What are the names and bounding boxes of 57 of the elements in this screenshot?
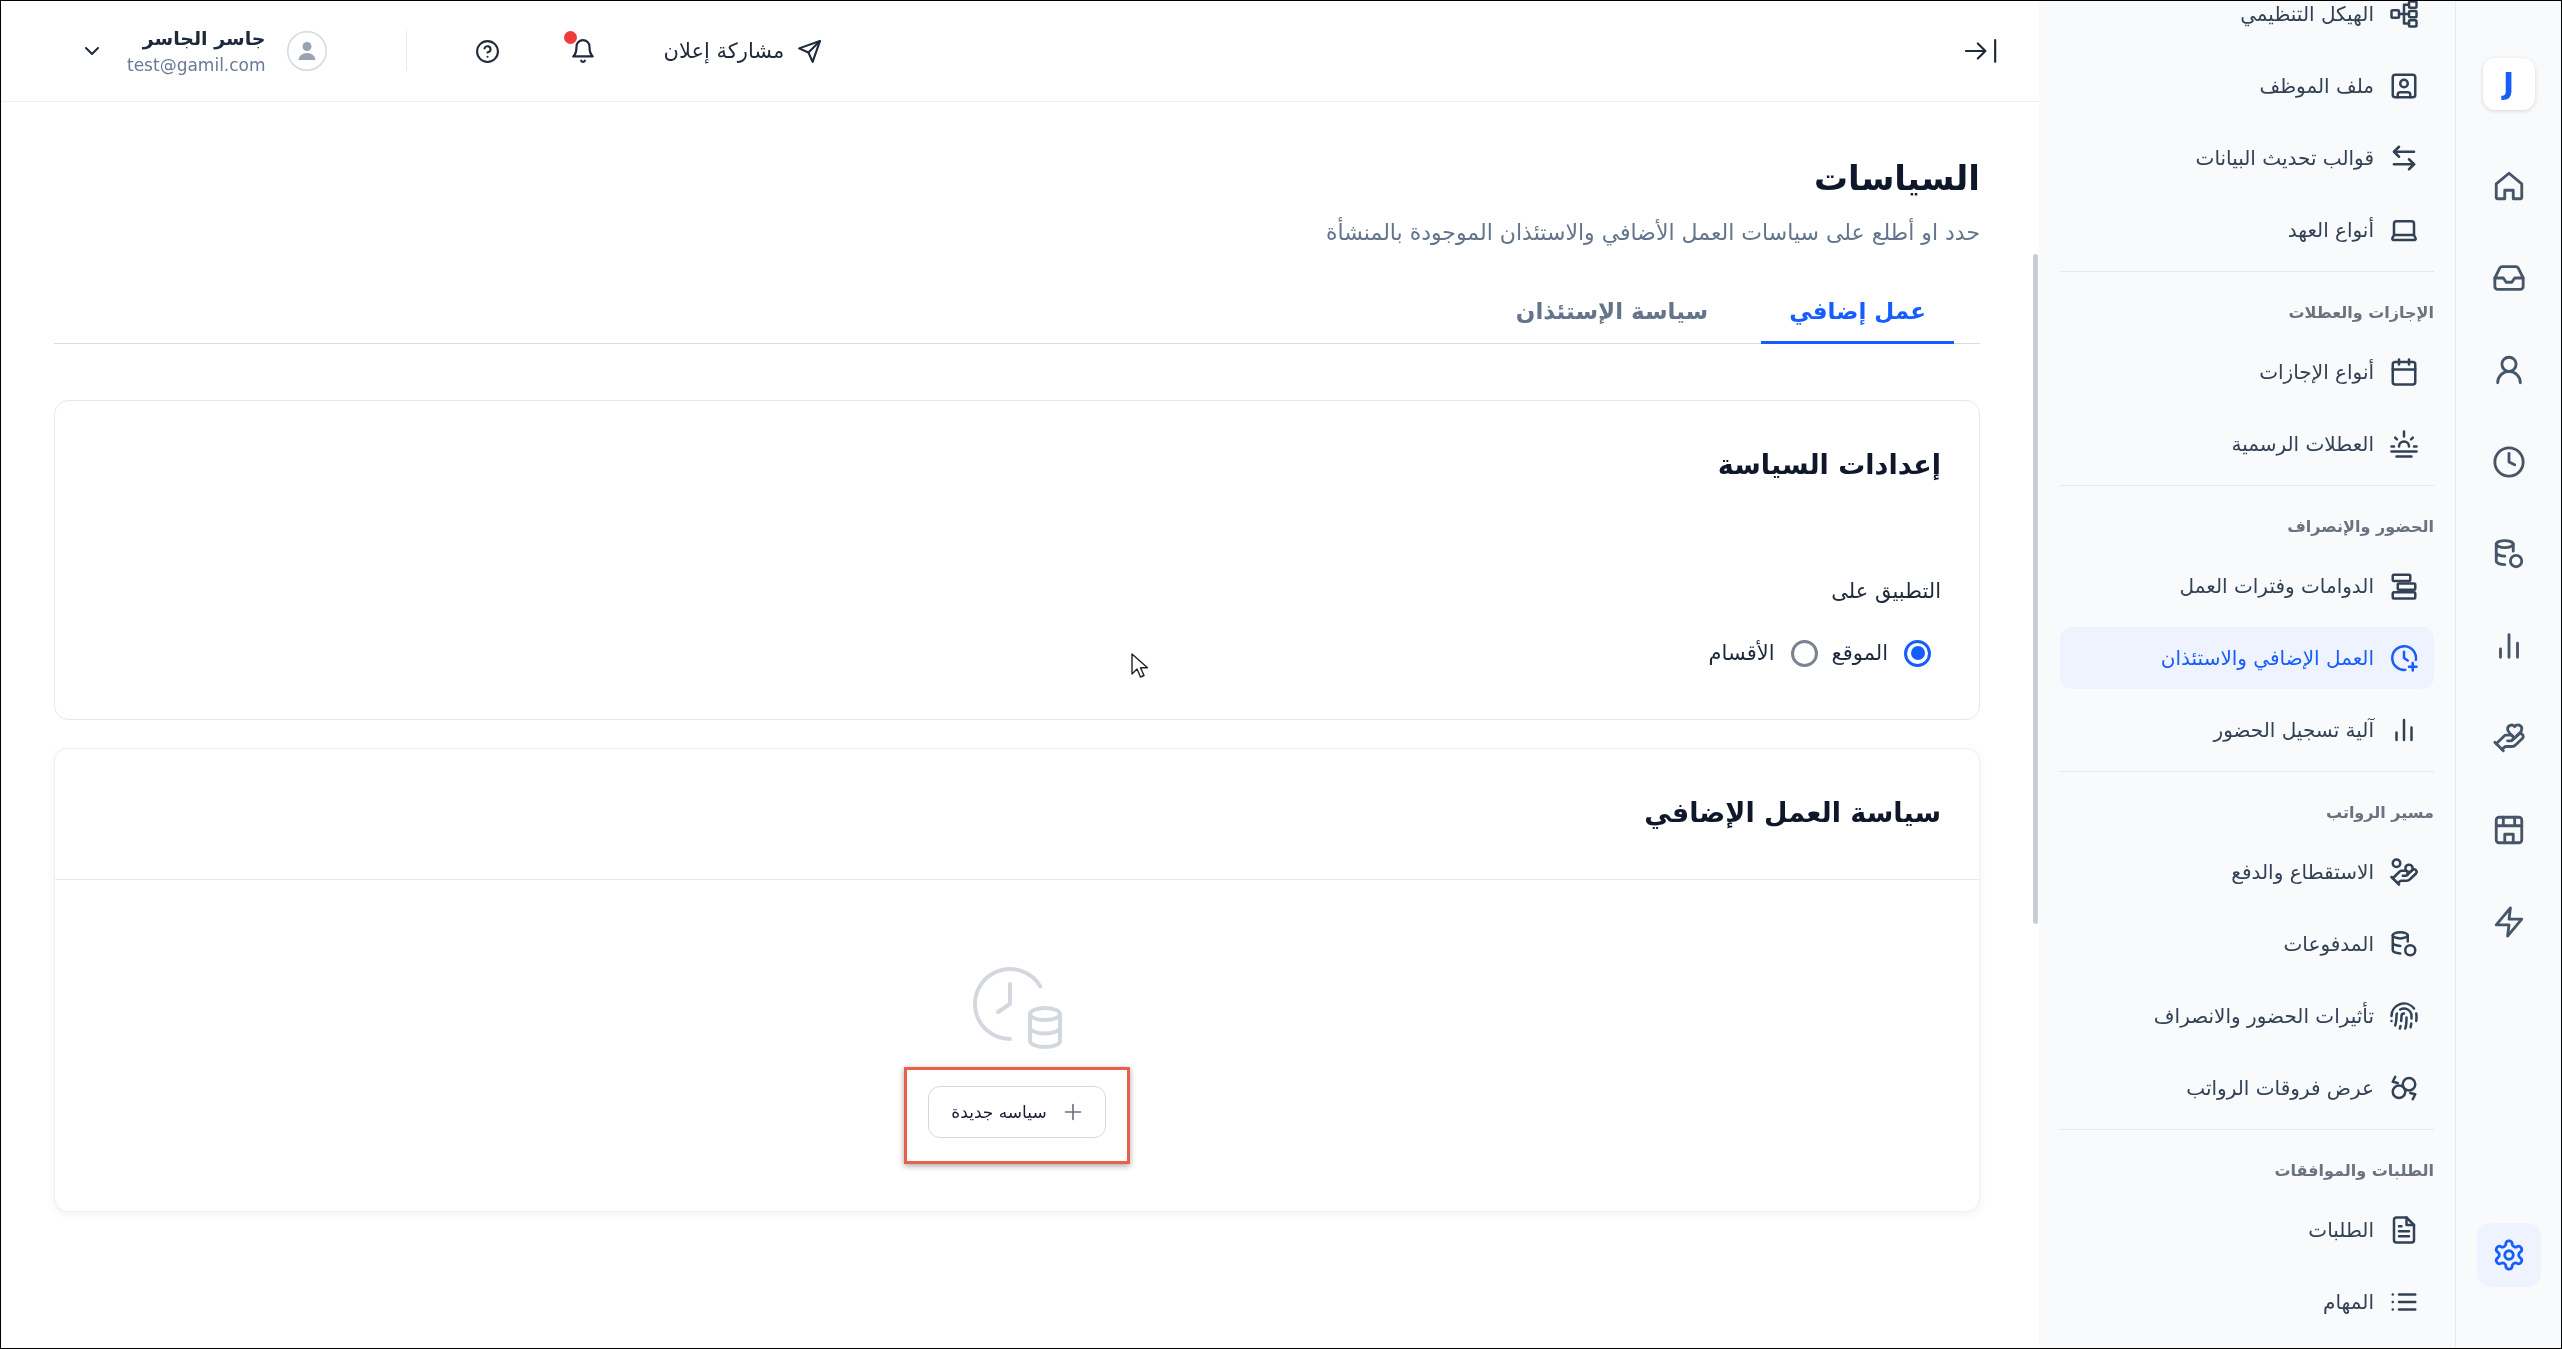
arrow-to-bar-icon[interactable]: [1963, 38, 1997, 64]
page-subtitle: حدد او أطلع على سياسات العمل الأضافي والاستئذان الموجودة بالمنشأة: [54, 217, 1980, 249]
sidebar-item[interactable]: المهام: [2060, 1271, 2434, 1333]
sidebar-item[interactable]: العطلات الرسمية: [2060, 413, 2434, 475]
sidebar-item[interactable]: ملف الموظف: [2060, 55, 2434, 117]
sidebar-item[interactable]: المدفوعات: [2060, 913, 2434, 975]
paper-plane-icon: [797, 38, 823, 64]
radio-label: الأقسام: [1708, 639, 1775, 667]
sidebar-item[interactable]: الهيكل التنظيمي: [2060, 1, 2434, 45]
calendar-icon: [2389, 357, 2419, 387]
sidebar-item[interactable]: العمل الإضافي والاستئذان: [2060, 627, 2434, 689]
avatar-icon: [286, 31, 327, 71]
section-heading: الإجازات والعطلات: [2287, 302, 2434, 324]
circles-arrows-icon: [2389, 1073, 2419, 1103]
tab[interactable]: عمل إضافي: [1761, 295, 1954, 344]
sidebar-item[interactable]: تأثيرات الحضور والانصراف: [2060, 985, 2434, 1047]
help-icon[interactable]: [474, 38, 500, 64]
hand-coins-icon: [2389, 857, 2419, 887]
field-label: التطبيق على: [1830, 578, 1941, 605]
clock-icon: [2491, 445, 2526, 479]
section-heading: الحضور والإنصراف: [2286, 516, 2434, 538]
user-name: جاسر الجاسر: [142, 26, 266, 52]
bell-icon[interactable]: [569, 38, 596, 64]
clock-plus-icon: [2389, 643, 2419, 673]
share-announcement-button[interactable]: مشاركة إعلان: [663, 36, 823, 66]
sidebar-item[interactable]: الطلبات: [2060, 1199, 2434, 1261]
sidebar-item[interactable]: عرض فروقات الرواتب: [2060, 1057, 2434, 1119]
sidebar-item[interactable]: الاستقطاع والدفع: [2060, 841, 2434, 903]
plus-icon: [1062, 1102, 1083, 1122]
card-title: سياسة العمل الإضافي: [1643, 796, 1941, 831]
sidebar-item[interactable]: آلية تسجيل الحضور: [2060, 699, 2434, 761]
fingerprint-icon: [2389, 1001, 2419, 1031]
sidebar-item[interactable]: قوالب تحديث البيانات: [2060, 127, 2434, 189]
new-policy-button[interactable]: سياسه جديدة: [928, 1086, 1106, 1138]
app-logo: J: [2482, 58, 2535, 110]
clock-database-icon: [971, 966, 1063, 1049]
scrollbar-thumb[interactable]: [2033, 254, 2038, 924]
section-heading: مسير الرواتب: [2324, 802, 2434, 824]
radio-button[interactable]: [1790, 639, 1818, 667]
section-heading: الطلبات والموافقات: [2273, 1160, 2434, 1182]
sidebar-item[interactable]: أنواع العهد: [2060, 199, 2434, 261]
card-title: إعدادات السياسة: [1716, 448, 1941, 482]
radio-button[interactable]: [1904, 639, 1931, 667]
sidebar-item[interactable]: الدوامات وفترات العمل: [2060, 555, 2434, 617]
mouse-pointer-icon: [1130, 652, 1150, 680]
stacked-bars-icon: [2389, 571, 2419, 601]
sidebar-item[interactable]: أنواع الإجازات: [2060, 341, 2434, 403]
sitemap-icon: [2389, 1, 2419, 29]
radio-label: الموقع: [1831, 640, 1888, 667]
user-email: test@gamil.com: [127, 54, 266, 77]
tab[interactable]: سياسة الإستئذان: [1487, 295, 1737, 344]
coins-icon: [2389, 929, 2419, 959]
sunrise-icon: [2389, 429, 2419, 459]
user-square-icon: [2389, 71, 2419, 101]
nav-button[interactable]: [2476, 1223, 2541, 1287]
hand-heart-icon: [2491, 721, 2526, 755]
page-title: السياسات: [1812, 157, 1980, 200]
